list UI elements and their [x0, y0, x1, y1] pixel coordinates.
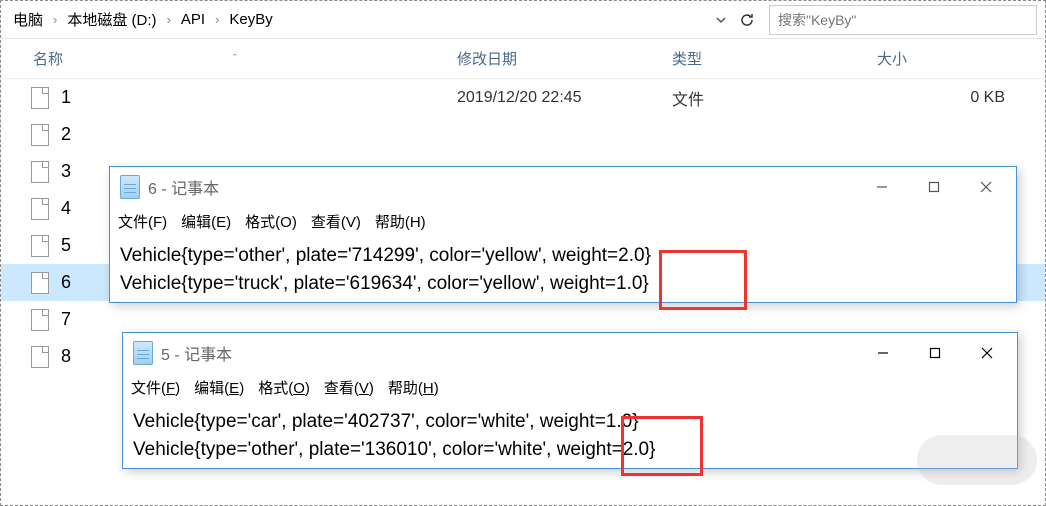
menu-help[interactable]: 帮助(H)	[388, 377, 439, 398]
file-icon	[31, 87, 49, 109]
maximize-button[interactable]	[909, 335, 961, 371]
refresh-button[interactable]	[735, 8, 759, 32]
file-icon	[31, 198, 49, 220]
file-icon	[31, 161, 49, 183]
titlebar[interactable]: 6 - 记事本	[110, 167, 1016, 207]
menu-format[interactable]: 格式(O)	[245, 211, 297, 232]
notepad-icon	[133, 341, 153, 365]
window-title: 6 - 记事本	[148, 175, 856, 199]
crumb-computer[interactable]: 电脑	[7, 5, 49, 34]
crumb-keyby[interactable]: KeyBy	[223, 7, 278, 32]
col-header-size[interactable]: 大小	[877, 48, 1045, 69]
minimize-button[interactable]	[856, 169, 908, 205]
crumb-disk-d[interactable]: 本地磁盘 (D:)	[61, 5, 162, 34]
col-header-type[interactable]: 类型	[672, 48, 877, 69]
text-line: Vehicle{type='other', plate='136010', co…	[133, 436, 1007, 464]
file-icon	[31, 235, 49, 257]
col-header-name[interactable]: 名称	[33, 48, 63, 69]
chevron-right-icon: ›	[211, 12, 223, 27]
menu-file[interactable]: 文件(F)	[131, 377, 180, 398]
file-icon	[31, 124, 49, 146]
watermark-icon	[917, 435, 1037, 485]
menu-file[interactable]: 文件(F)	[118, 211, 167, 232]
file-size: 0 KB	[877, 89, 1045, 107]
menu-format[interactable]: 格式(O)	[258, 377, 310, 398]
window-title: 5 - 记事本	[161, 341, 857, 365]
text-line: Vehicle{type='car', plate='402737', colo…	[133, 408, 1007, 436]
file-name: 2	[61, 124, 457, 145]
file-icon	[31, 309, 49, 331]
notepad-icon	[120, 175, 140, 199]
menubar: 文件(F) 编辑(E) 格式(O) 查看(V) 帮助(H)	[123, 373, 1017, 404]
file-icon	[31, 272, 49, 294]
file-row[interactable]: 2	[1, 116, 1045, 153]
file-icon	[31, 346, 49, 368]
close-button[interactable]	[961, 335, 1013, 371]
file-name: 1	[61, 87, 457, 108]
file-row[interactable]: 1 2019/12/20 22:45 文件 0 KB	[1, 79, 1045, 116]
file-name: 7	[61, 309, 457, 330]
maximize-button[interactable]	[908, 169, 960, 205]
chevron-right-icon: ›	[163, 12, 175, 27]
column-headers: 名称 ˆ 修改日期 类型 大小	[1, 39, 1045, 79]
breadcrumb[interactable]: 电脑 › 本地磁盘 (D:) › API › KeyBy	[1, 5, 703, 34]
notepad-window-5[interactable]: 5 - 记事本 文件(F) 编辑(E) 格式(O) 查看(V) 帮助(H) Ve…	[122, 332, 1018, 469]
sort-asc-icon: ˆ	[233, 53, 237, 65]
text-line: Vehicle{type='truck', plate='619634', co…	[120, 270, 1006, 298]
menu-view[interactable]: 查看(V)	[311, 211, 361, 232]
menu-view[interactable]: 查看(V)	[324, 377, 374, 398]
crumb-api[interactable]: API	[175, 7, 211, 32]
minimize-button[interactable]	[857, 335, 909, 371]
notepad-window-6[interactable]: 6 - 记事本 文件(F) 编辑(E) 格式(O) 查看(V) 帮助(H) Ve…	[109, 166, 1017, 303]
search-input[interactable]	[769, 5, 1037, 35]
text-content[interactable]: Vehicle{type='car', plate='402737', colo…	[123, 404, 1017, 468]
col-header-date[interactable]: 修改日期	[457, 48, 672, 69]
address-bar: 电脑 › 本地磁盘 (D:) › API › KeyBy	[1, 1, 1045, 39]
menu-edit[interactable]: 编辑(E)	[194, 377, 244, 398]
close-button[interactable]	[960, 169, 1012, 205]
chevron-right-icon: ›	[49, 12, 61, 27]
titlebar[interactable]: 5 - 记事本	[123, 333, 1017, 373]
file-date: 2019/12/20 22:45	[457, 89, 672, 107]
menubar: 文件(F) 编辑(E) 格式(O) 查看(V) 帮助(H)	[110, 207, 1016, 238]
history-dropdown-button[interactable]	[709, 8, 733, 32]
text-line: Vehicle{type='other', plate='714299', co…	[120, 242, 1006, 270]
text-content[interactable]: Vehicle{type='other', plate='714299', co…	[110, 238, 1016, 302]
menu-help[interactable]: 帮助(H)	[375, 211, 426, 232]
menu-edit[interactable]: 编辑(E)	[181, 211, 231, 232]
file-type: 文件	[672, 86, 877, 110]
